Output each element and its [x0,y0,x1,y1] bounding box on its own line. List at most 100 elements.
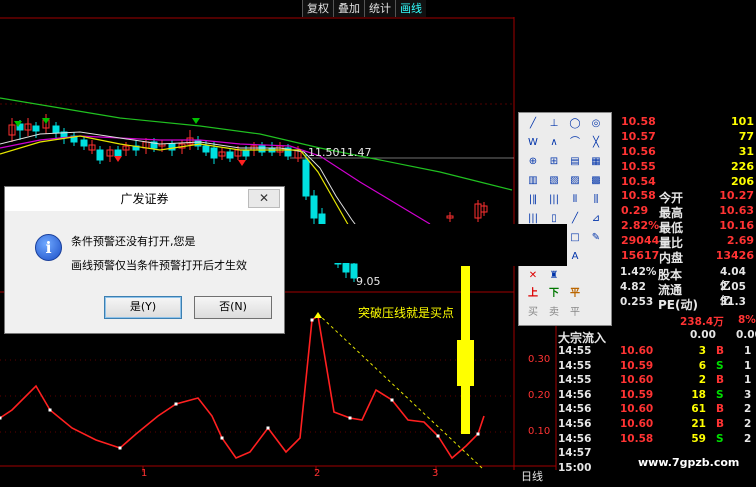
draw-tool-icon[interactable]: ◎ [588,117,604,130]
draw-tool-icon[interactable]: ▩ [588,174,604,187]
block-flow-label: 大宗流入 [558,331,607,345]
order-book-row: 10.55 226 [617,160,756,175]
stat-value-2: 10.27 [719,189,754,202]
indicator-tick-010: 0.10 [528,426,551,437]
candle-body [114,149,122,157]
draw-tool-icon[interactable]: ╱ [567,212,583,225]
candle-body [342,261,350,273]
draw-tool-icon[interactable]: ⊥ [546,117,562,130]
draw-signal-icon[interactable]: 平 [567,287,583,300]
draw-tool-icon[interactable]: A [567,250,583,263]
draw-tool-icon[interactable]: ⌒ [567,136,583,149]
tick-price: 10.60 [620,345,654,357]
tick-volume: 18 [691,388,706,401]
draw-tool-icon[interactable]: ||| [546,193,562,206]
tick-row: 14:55 10.60 2 B 1 [558,374,756,387]
stat-row: 0.29 最高 10.63 [617,204,756,220]
palette-label-1[interactable]: 卖 [546,306,562,319]
draw-tool-icon[interactable]: ▤ [567,155,583,168]
stat-value-2: 10.16 [719,219,754,232]
tick-row: 14:56 10.60 21 B 2 [558,418,756,431]
toolbar-draw-button[interactable]: 画线 [395,0,426,17]
order-book-row: 10.57 77 [617,130,756,145]
dialog-message-line2: 画线预警仅当条件预警打开后才生效 [71,259,247,272]
dialog-title: 广发证券 [5,187,284,211]
tick-time: 14:55 [558,374,592,387]
ask-volume: 101 [731,115,754,128]
toolbar-overlay-button[interactable]: 叠加 [333,0,364,17]
order-book-row: 10.58 101 [617,115,756,130]
share-value: 1.42% [620,266,657,278]
draw-tool-icon[interactable]: ⫼ [588,193,604,206]
draw-tool-icon[interactable]: ∧ [546,136,562,149]
ask-price: 10.56 [621,145,656,158]
ask-volume: 206 [731,175,754,188]
draw-tool-icon[interactable]: ▥ [525,174,541,187]
draw-tool-icon[interactable]: ⊕ [525,155,541,168]
tick-direction: B [716,374,725,387]
draw-signal-icon[interactable]: 下 [546,287,562,300]
tick-count: 2 [744,432,752,445]
tick-time: 14:57 [558,447,592,460]
draw-tool-icon[interactable]: ◯ [567,117,583,130]
ask-volume: 77 [738,130,754,143]
tick-row: 14:56 10.58 59 S 2 [558,433,756,446]
palette-label-0[interactable]: 买 [525,306,541,319]
order-book-row: 10.56 31 [617,145,756,160]
toolbar-stats-button[interactable]: 统计 [364,0,395,17]
tick-price: 10.58 [620,432,654,445]
indicator-point [476,432,480,436]
draw-tool-icon[interactable]: ⊞ [546,155,562,168]
tick-price: 10.60 [620,418,654,430]
draw-tool-icon[interactable]: ✎ [588,231,604,244]
indicator-point [310,318,314,322]
candle-body [226,151,234,159]
period-label[interactable]: 日线 [521,468,543,484]
draw-signal-icon[interactable]: 上 [525,287,541,300]
draw-tool-icon[interactable]: ╳ [588,136,604,149]
indicator-tick-030: 0.30 [528,354,551,365]
tick-direction: S [716,432,724,445]
no-button[interactable]: 否(N) [194,296,272,319]
draw-tool-icon[interactable]: |‖ [525,193,541,206]
share-value: 0.253 [620,296,654,308]
draw-tool-icon[interactable]: ✕ [525,269,541,282]
tick-price: 10.60 [620,403,654,416]
chart-toolbar: 复权 叠加 统计 画线 [302,0,426,17]
vertical-marker-handle [457,340,474,386]
draw-tool-icon[interactable]: W [525,136,541,149]
draw-tool-icon[interactable]: ▧ [546,174,562,187]
stat-row: 10.58 今开 10.27 [617,189,756,205]
tick-price: 10.59 [620,388,654,401]
stat-row: 2.82% 最低 10.16 [617,219,756,235]
draw-tool-icon[interactable]: ▨ [567,174,583,187]
block-flow-row: 大宗流入 0.00 0.00 [558,329,756,345]
stat-value-2: 13426 [715,249,754,262]
palette-label-2[interactable]: 平 [567,306,583,319]
indicator-point [118,446,122,450]
drawing-tools-palette: ╱⊥◯◎W∧⌒╳⊕⊞▤▦▥▧▨▩|‖|||⫴⫼|||▯╱⊿═▭□✎⊸▲A✕♜上下… [518,112,612,326]
stat-value: 15617 [621,249,660,262]
close-icon[interactable]: ✕ [248,189,280,208]
tick-time: 14:55 [558,359,592,372]
price-label-b: 11.47 [340,146,372,159]
x-tick-1: 1 [141,468,148,479]
price-label-a: 11.50 [308,146,340,159]
draw-tool-icon[interactable]: ♜ [546,269,562,282]
block-flow-v2: 0.00 [736,329,756,341]
indicator-point [174,402,178,406]
yes-button[interactable]: 是(Y) [104,296,182,319]
draw-tool-icon[interactable]: ▦ [588,155,604,168]
tick-price: 10.59 [620,359,654,372]
draw-tool-icon[interactable]: ╱ [525,117,541,130]
draw-tool-icon[interactable]: ⊿ [588,212,604,225]
tick-direction: B [716,418,725,430]
ask-volume: 31 [738,145,754,158]
indicator-point [390,398,394,402]
draw-tool-icon[interactable]: □ [567,231,583,244]
toolbar-fuquan-button[interactable]: 复权 [302,0,333,17]
stat-value: 0.29 [621,204,649,217]
breakout-annotation: 突破压线就是买点 [358,306,455,320]
draw-tool-icon[interactable]: ⫴ [567,193,583,206]
share-key: PE(动) [658,298,698,312]
